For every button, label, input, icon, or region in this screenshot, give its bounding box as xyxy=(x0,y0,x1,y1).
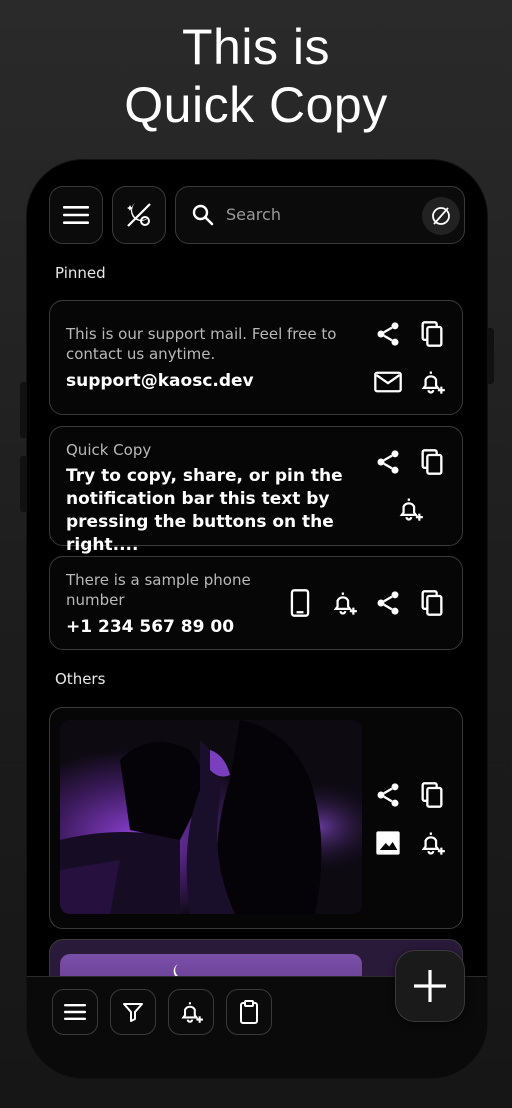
clipboard-icon xyxy=(240,1000,258,1024)
section-label-pinned: Pinned xyxy=(55,264,106,282)
list-item-phone[interactable]: There is a sample phone number +1 234 56… xyxy=(49,556,463,650)
top-bar: Search xyxy=(49,186,465,244)
copy-icon xyxy=(421,590,443,616)
search-icon xyxy=(192,204,214,226)
pin-notification-button[interactable] xyxy=(417,828,447,858)
pin-notification-button[interactable] xyxy=(329,588,359,618)
call-button[interactable] xyxy=(285,588,315,618)
copy-button[interactable] xyxy=(417,588,447,618)
copy-button[interactable] xyxy=(417,780,447,810)
plus-icon xyxy=(414,970,446,1002)
add-button[interactable] xyxy=(395,950,465,1022)
image-preview xyxy=(60,720,362,914)
bell-plus-icon xyxy=(421,371,445,394)
bell-plus-icon xyxy=(181,1002,203,1023)
section-label-others: Others xyxy=(55,670,106,688)
list-item-image[interactable] xyxy=(49,707,463,929)
copy-icon xyxy=(421,449,443,475)
bell-plus-icon xyxy=(421,832,445,855)
share-icon xyxy=(377,591,399,615)
share-icon xyxy=(377,322,399,346)
headline-line-2: Quick Copy xyxy=(124,77,388,133)
share-button[interactable] xyxy=(373,780,403,810)
send-email-button[interactable] xyxy=(373,367,403,397)
phone-frame: Search Pinned This is our support mail. … xyxy=(27,160,487,1078)
copy-button[interactable] xyxy=(417,319,447,349)
smartphone-icon xyxy=(290,589,310,617)
list-item-text[interactable]: Quick Copy Try to copy, share, or pin th… xyxy=(49,426,463,555)
bell-plus-icon xyxy=(399,498,423,521)
list-item-email[interactable]: This is our support mail. Feel free to c… xyxy=(49,300,463,415)
copy-button[interactable] xyxy=(417,447,447,477)
card-content: support@kaosc.dev xyxy=(66,371,254,391)
headline: This is Quick Copy xyxy=(0,18,512,134)
notification-button[interactable] xyxy=(168,989,214,1035)
pin-notification-button[interactable] xyxy=(395,494,425,524)
card-subtitle: There is a sample phone number xyxy=(66,571,251,609)
copy-icon xyxy=(421,782,443,808)
bell-plus-icon xyxy=(333,592,357,615)
clipboard-button[interactable] xyxy=(226,989,272,1035)
image-icon xyxy=(376,831,400,855)
search-bar[interactable]: Search xyxy=(175,186,465,244)
search-input[interactable]: Search xyxy=(226,205,281,224)
phone-side-button xyxy=(486,328,494,384)
share-icon xyxy=(377,450,399,474)
theme-icon xyxy=(127,203,151,227)
menu-icon xyxy=(63,206,89,224)
card-content: Try to copy, share, or pin the notificat… xyxy=(66,466,343,555)
headline-line-1: This is xyxy=(182,19,330,75)
open-image-button[interactable] xyxy=(373,828,403,858)
menu-icon xyxy=(64,1004,86,1020)
share-icon xyxy=(377,783,399,807)
copy-icon xyxy=(421,321,443,347)
share-button[interactable] xyxy=(373,588,403,618)
filter-button[interactable] xyxy=(110,989,156,1035)
share-button[interactable] xyxy=(373,319,403,349)
filter-icon xyxy=(123,1003,143,1022)
empty-set-icon xyxy=(432,207,450,225)
pin-notification-button[interactable] xyxy=(417,367,447,397)
theme-toggle-button[interactable] xyxy=(112,186,166,244)
email-icon xyxy=(374,371,402,393)
menu-button[interactable] xyxy=(52,989,98,1035)
card-subtitle: Quick Copy xyxy=(66,441,152,459)
share-button[interactable] xyxy=(373,447,403,477)
menu-button[interactable] xyxy=(49,186,103,244)
card-content: +1 234 567 89 00 xyxy=(66,617,235,637)
card-subtitle: This is our support mail. Feel free to c… xyxy=(66,325,337,363)
clear-search-button[interactable] xyxy=(422,197,460,235)
